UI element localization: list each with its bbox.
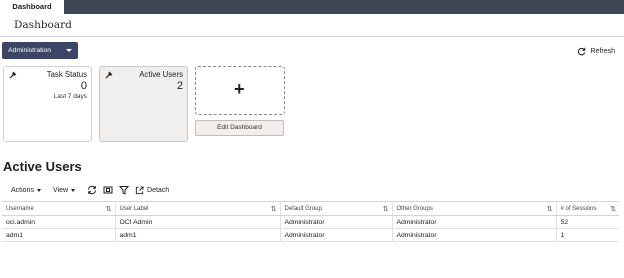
freeze-columns-icon[interactable] — [103, 185, 113, 195]
tile-count: 0 — [80, 80, 87, 92]
refresh-label: Refresh — [590, 48, 615, 55]
cell-sessions: 1 — [556, 228, 619, 242]
refresh-icon — [578, 47, 586, 56]
sort-icon[interactable]: ⇅ — [547, 205, 553, 213]
column-header-other-groups[interactable]: Other Groups ⇅ — [392, 201, 557, 216]
column-header-username[interactable]: Username ⇅ — [2, 201, 116, 216]
page-title: Dashboard — [14, 19, 72, 31]
wrench-icon — [105, 71, 113, 79]
actions-label: Actions — [11, 186, 34, 194]
tile-label: Task Status — [46, 70, 87, 79]
cell-default-group: Administrator — [280, 228, 393, 242]
detach-button[interactable]: Detach — [135, 185, 170, 195]
tile-label: Active Users — [139, 70, 183, 79]
cell-default-group: Administrator — [280, 215, 393, 229]
add-tile-button[interactable]: + — [195, 66, 285, 115]
cell-username: adm1 — [2, 228, 116, 242]
sort-icon[interactable]: ⇅ — [106, 205, 112, 213]
actions-menu[interactable]: Actions — [11, 187, 41, 194]
cell-user-label: adm1 — [115, 228, 281, 242]
cell-other-groups: Administrator — [392, 215, 557, 229]
sort-icon[interactable]: ⇅ — [610, 205, 616, 213]
detach-label: Detach — [147, 186, 170, 194]
refresh-button[interactable]: Refresh — [577, 47, 615, 56]
tab-dashboard[interactable]: Dashboard — [0, 0, 64, 15]
active-users-table: Username ⇅ User Label ⇅ Default Group ⇅ Oth… — [2, 201, 619, 242]
sync-icon[interactable] — [87, 185, 97, 195]
tile-count: 2 — [176, 80, 183, 92]
tile-subtitle: Last 7 days — [53, 93, 87, 100]
sort-icon[interactable]: ⇅ — [271, 205, 277, 213]
column-header-default-group[interactable]: Default Group ⇅ — [280, 201, 393, 216]
cell-sessions: 52 — [556, 215, 619, 229]
filter-icon[interactable] — [119, 185, 130, 195]
task-status-tile[interactable]: Task Status 0 Last 7 days — [3, 66, 92, 142]
section-title: Active Users — [3, 159, 82, 174]
column-header-sessions[interactable]: # of Sessions ⇅ — [556, 201, 619, 216]
view-label: View — [52, 186, 69, 194]
chevron-down-icon — [36, 188, 41, 192]
view-menu[interactable]: View — [52, 186, 76, 194]
table-row[interactable]: oci.admin OCI Admin Administrator Admini… — [2, 215, 619, 229]
edit-dashboard-button[interactable]: Edit Dashboard — [195, 120, 284, 136]
detach-icon — [135, 185, 144, 194]
cell-username: oci.admin — [2, 215, 116, 229]
plus-icon: + — [234, 79, 245, 99]
cell-other-groups: Administrator — [392, 228, 557, 242]
chevron-down-icon — [71, 188, 76, 192]
sort-icon[interactable]: ⇅ — [383, 205, 389, 213]
title-divider — [0, 36, 624, 37]
context-select-button[interactable]: Administration — [2, 42, 78, 59]
table-row[interactable]: adm1 adm1 Administrator Administrator 1 — [2, 228, 619, 242]
context-select-label: Administration — [8, 47, 52, 54]
active-users-tile[interactable]: Active Users 2 — [99, 66, 188, 142]
table-toolbar: Actions View Detach — [11, 184, 169, 196]
column-header-user-label[interactable]: User Label ⇅ — [115, 201, 281, 216]
top-navigation-bar — [0, 0, 624, 14]
cell-user-label: OCI Admin — [115, 215, 281, 229]
chevron-down-icon — [66, 49, 72, 52]
wrench-icon — [9, 71, 17, 79]
table-header-row: Username ⇅ User Label ⇅ Default Group ⇅ Oth… — [2, 201, 619, 216]
